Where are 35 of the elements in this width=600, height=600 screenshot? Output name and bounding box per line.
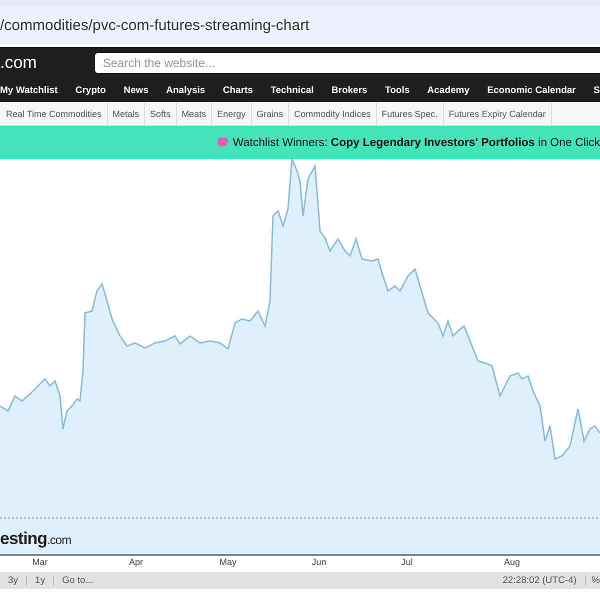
nav-item[interactable]: Academy <box>427 84 470 96</box>
nav-item[interactable]: S <box>594 84 600 96</box>
subnav-item[interactable]: Futures Spec. <box>376 102 444 125</box>
nav-item[interactable]: Technical <box>270 84 314 96</box>
subnav-item[interactable]: Energy <box>212 102 252 125</box>
clock-text: 22:28:02 (UTC-4) <box>494 575 586 586</box>
axis-label: Apr <box>129 557 143 567</box>
subnav-item[interactable]: Metals <box>108 102 146 125</box>
subnav-item[interactable]: Softs <box>145 102 177 125</box>
range-button[interactable]: 1y <box>27 575 54 586</box>
nav-item[interactable]: Charts <box>222 84 253 96</box>
range-button[interactable]: 3y <box>0 575 28 586</box>
goto-link[interactable]: Go to... <box>54 575 102 586</box>
nav-item[interactable]: Brokers <box>331 84 368 96</box>
axis-label: Aug <box>504 557 520 567</box>
subnav-item[interactable]: Grains <box>252 102 290 125</box>
subnav-item[interactable]: Commodity Indices <box>289 102 377 125</box>
search-field[interactable]: Search the website... <box>94 52 600 72</box>
subnav-item[interactable]: Meats <box>176 102 212 125</box>
axis-label: Jul <box>401 557 413 567</box>
nav-item[interactable]: Tools <box>384 84 410 96</box>
subnav-item[interactable]: Real Time Commodities <box>0 102 108 125</box>
axis-label: May <box>220 557 236 567</box>
site-logo[interactable]: .com <box>0 52 37 72</box>
axis-label: Jun <box>312 557 326 567</box>
nav-item[interactable]: Crypto <box>75 84 106 96</box>
nav-item[interactable]: News <box>124 84 148 96</box>
nav-item[interactable]: My Watchlist <box>0 84 58 96</box>
nav-item[interactable]: Analysis <box>166 84 206 96</box>
nav-item[interactable]: Economic Calendar <box>487 84 576 96</box>
percent-button[interactable]: % <box>586 575 600 586</box>
brain-icon <box>216 137 229 148</box>
axis-label: Mar <box>32 557 48 567</box>
chart-logo: esting.com <box>0 529 72 549</box>
subnav-item[interactable]: Futures Expiry Calendar <box>444 102 552 125</box>
